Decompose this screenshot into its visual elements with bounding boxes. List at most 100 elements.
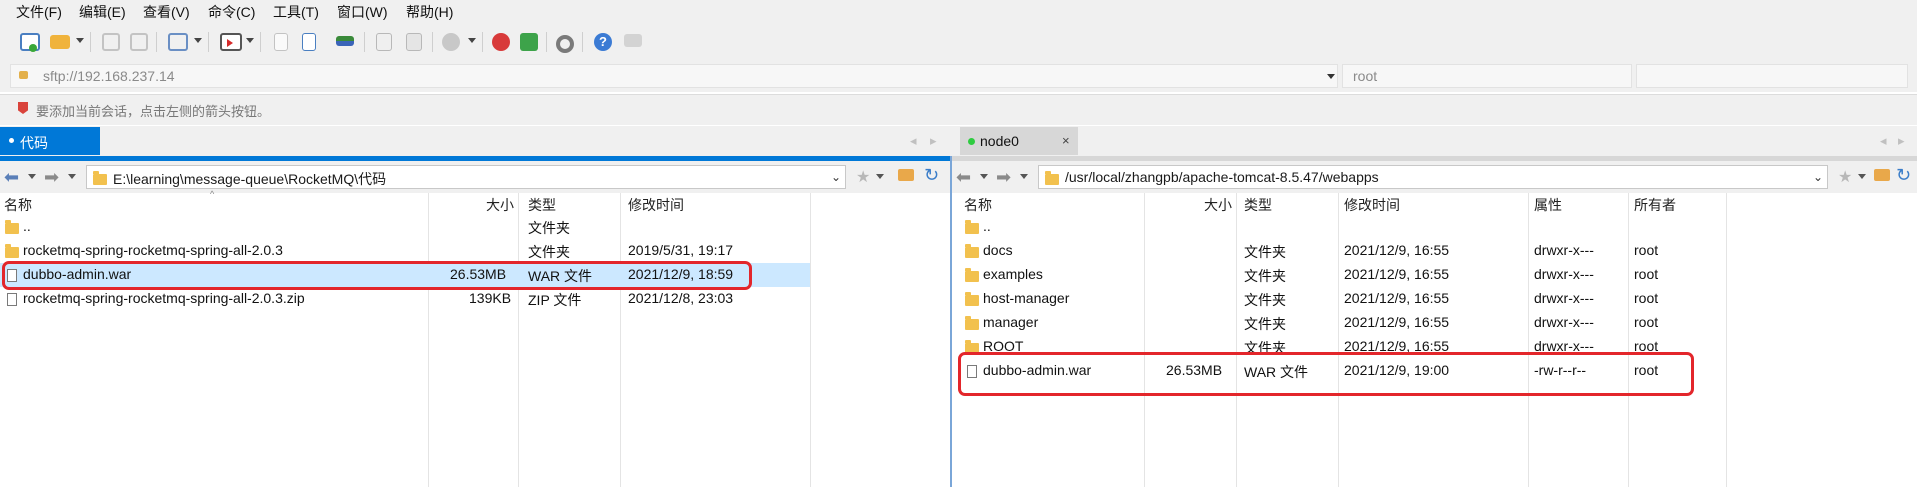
chevron-down-icon[interactable] xyxy=(194,38,202,43)
list-item[interactable]: .. 文件夹 xyxy=(0,215,950,239)
chevron-down-icon[interactable]: ⌄ xyxy=(831,170,841,184)
file-attrs: drwxr-x--- xyxy=(1534,266,1594,282)
page-icon[interactable] xyxy=(274,33,288,51)
right-path-input[interactable]: /usr/local/zhangpb/apache-tomcat-8.5.47/… xyxy=(1038,165,1828,189)
chevron-down-icon[interactable] xyxy=(68,174,76,179)
paste-icon[interactable] xyxy=(406,33,422,51)
tab-strip: 代码 ◂ ▸ node0 × ◂ ▸ xyxy=(0,126,1917,156)
star-icon[interactable]: ★ xyxy=(856,167,870,187)
list-item-selected[interactable]: dubbo-admin.war 26.53MB WAR 文件 2021/12/9… xyxy=(0,263,810,287)
menu-help[interactable]: 帮助(H) xyxy=(406,2,453,22)
refresh-icon[interactable]: ↻ xyxy=(924,165,939,186)
list-item[interactable]: examples 文件夹 2021/12/9, 16:55 drwxr-x---… xyxy=(952,263,1917,287)
sync-settings-icon[interactable] xyxy=(168,33,188,51)
menu-view[interactable]: 查看(V) xyxy=(143,2,190,22)
file-type: 文件夹 xyxy=(1244,244,1286,260)
list-item[interactable]: rocketmq-spring-rocketmq-spring-all-2.0.… xyxy=(0,239,950,263)
chevron-down-icon[interactable] xyxy=(1858,174,1866,179)
right-file-list: .. docs 文件夹 2021/12/9, 16:55 drwxr-x--- … xyxy=(952,215,1917,487)
gear-icon[interactable] xyxy=(556,35,574,53)
folder-icon xyxy=(965,316,979,330)
file-owner: root xyxy=(1634,314,1659,330)
upload-page-icon[interactable] xyxy=(302,33,316,51)
chevron-down-icon[interactable] xyxy=(876,174,884,179)
remote-tool-icon[interactable] xyxy=(520,33,538,51)
chat-icon[interactable] xyxy=(624,34,642,47)
tab-close-icon[interactable]: × xyxy=(1062,133,1070,148)
file-modified: 2021/12/9, 16:55 xyxy=(1344,314,1450,330)
col-attrs[interactable]: 属性 xyxy=(1534,195,1562,215)
file-type: 文件夹 xyxy=(528,244,570,260)
putty-icon[interactable] xyxy=(492,33,510,51)
link-icon[interactable] xyxy=(102,33,120,51)
play-icon xyxy=(227,39,233,47)
chevron-down-icon[interactable] xyxy=(1020,174,1028,179)
circle-status-icon[interactable] xyxy=(442,33,460,51)
tab-scroll-left-icon[interactable]: ◂ xyxy=(1880,133,1887,149)
chevron-down-icon[interactable] xyxy=(28,174,36,179)
home-folder-icon[interactable] xyxy=(898,169,914,181)
chevron-down-icon[interactable] xyxy=(76,38,84,43)
list-item[interactable]: ROOT 文件夹 2021/12/9, 16:55 drwxr-x--- roo… xyxy=(952,335,1917,359)
col-modified[interactable]: 修改时间 xyxy=(1344,195,1400,215)
forward-arrow-icon[interactable]: ➡ xyxy=(44,168,59,186)
list-item[interactable]: dubbo-admin.war 26.53MB WAR 文件 2021/12/9… xyxy=(952,359,1917,383)
menu-edit[interactable]: 编辑(E) xyxy=(79,2,126,22)
home-folder-icon[interactable] xyxy=(1874,169,1890,181)
unlink-icon[interactable] xyxy=(130,33,148,51)
back-arrow-icon[interactable]: ⬅ xyxy=(4,168,19,186)
menu-file[interactable]: 文件(F) xyxy=(16,2,62,22)
tab-remote-node0[interactable]: node0 × xyxy=(960,127,1078,155)
bookmark-icon[interactable] xyxy=(18,102,28,114)
col-modified[interactable]: 修改时间 xyxy=(628,195,684,215)
help-icon[interactable]: ? xyxy=(594,33,612,51)
chevron-down-icon[interactable] xyxy=(980,174,988,179)
menu-tools[interactable]: 工具(T) xyxy=(273,2,319,22)
back-arrow-icon[interactable]: ⬅ xyxy=(956,168,971,186)
col-owner[interactable]: 所有者 xyxy=(1634,195,1676,215)
list-item[interactable]: rocketmq-spring-rocketmq-spring-all-2.0.… xyxy=(0,287,950,311)
chevron-down-icon[interactable] xyxy=(468,38,476,43)
col-size[interactable]: 大小 xyxy=(1204,195,1232,215)
list-item[interactable]: docs 文件夹 2021/12/9, 16:55 drwxr-x--- roo… xyxy=(952,239,1917,263)
tab-scroll-left-icon[interactable]: ◂ xyxy=(910,133,917,149)
file-attrs: drwxr-x--- xyxy=(1534,290,1594,306)
col-size[interactable]: 大小 xyxy=(486,195,514,215)
hint-bar: 要添加当前会话，点击左侧的箭头按钮。 xyxy=(0,94,1917,125)
username-field[interactable]: root xyxy=(1342,64,1632,88)
file-owner: root xyxy=(1634,290,1659,306)
star-icon[interactable]: ★ xyxy=(1838,167,1852,187)
list-item[interactable]: .. xyxy=(952,215,1917,239)
col-type[interactable]: 类型 xyxy=(528,195,556,215)
tab-local-code[interactable]: 代码 xyxy=(0,127,100,155)
file-name: manager xyxy=(983,314,1039,330)
col-name[interactable]: 名称 xyxy=(4,195,32,215)
copy-icon[interactable] xyxy=(376,33,392,51)
menu-window[interactable]: 窗口(W) xyxy=(337,2,388,22)
transfer-arrows-icon[interactable] xyxy=(336,36,354,46)
file-name: examples xyxy=(983,266,1043,282)
file-modified: 2021/12/9, 16:55 xyxy=(1344,266,1450,282)
file-type: 文件夹 xyxy=(528,220,570,236)
tab-scroll-right-icon[interactable]: ▸ xyxy=(1898,133,1905,149)
col-name[interactable]: 名称 xyxy=(964,195,992,215)
file-type: ZIP 文件 xyxy=(528,292,582,308)
forward-arrow-icon[interactable]: ➡ xyxy=(996,168,1011,186)
address-dropdown-icon[interactable] xyxy=(1327,74,1335,79)
chevron-down-icon[interactable] xyxy=(246,38,254,43)
left-path-input[interactable]: E:\learning\message-queue\RocketMQ\代码 ⌄ xyxy=(86,165,846,189)
open-folder-icon[interactable] xyxy=(50,35,70,49)
list-item[interactable]: manager 文件夹 2021/12/9, 16:55 drwxr-x--- … xyxy=(952,311,1917,335)
col-type[interactable]: 类型 xyxy=(1244,195,1272,215)
plus-badge-icon xyxy=(29,44,37,52)
right-column-header: 名称 大小 类型 修改时间 属性 所有者 xyxy=(952,193,1917,215)
address-bar: sftp://192.168.237.14 root xyxy=(0,62,1917,92)
file-name: dubbo-admin.war xyxy=(23,266,132,282)
address-field[interactable]: sftp://192.168.237.14 xyxy=(10,64,1338,88)
menu-command[interactable]: 命令(C) xyxy=(208,2,255,22)
tab-scroll-right-icon[interactable]: ▸ xyxy=(930,133,937,149)
password-field[interactable] xyxy=(1636,64,1908,88)
chevron-down-icon[interactable]: ⌄ xyxy=(1813,170,1823,184)
list-item[interactable]: host-manager 文件夹 2021/12/9, 16:55 drwxr-… xyxy=(952,287,1917,311)
refresh-icon[interactable]: ↻ xyxy=(1896,165,1911,186)
